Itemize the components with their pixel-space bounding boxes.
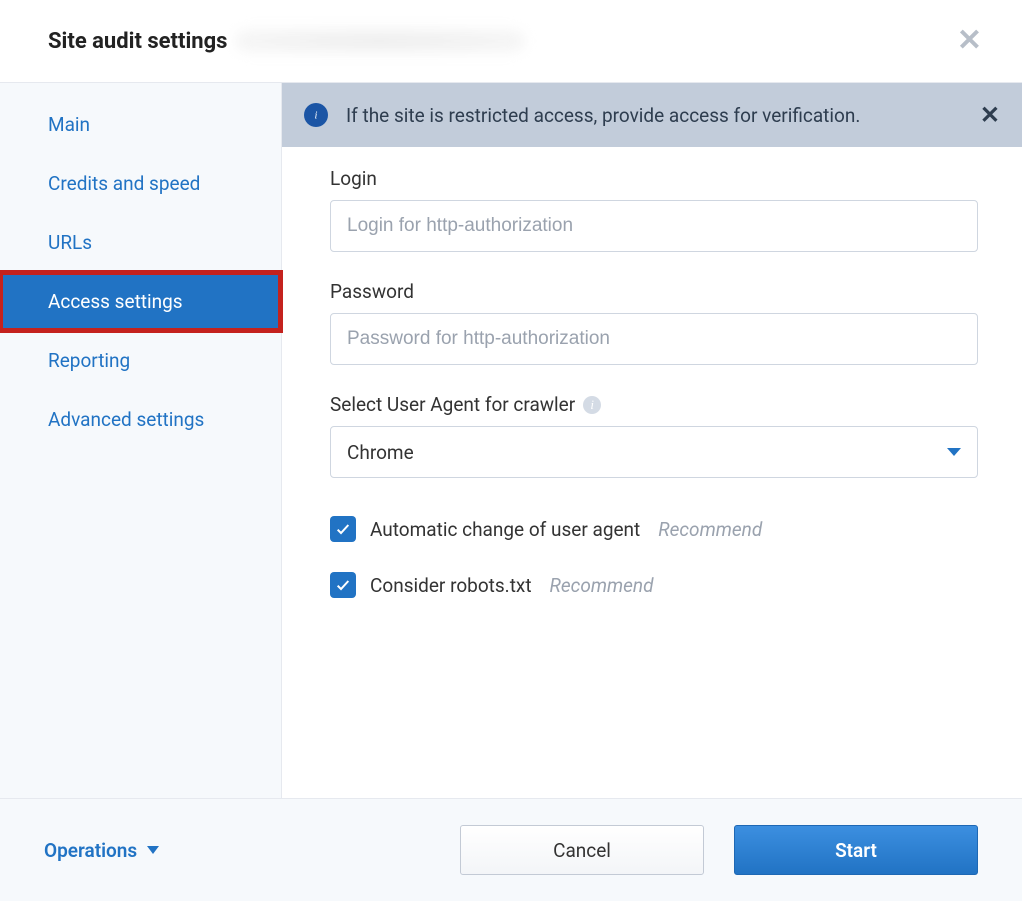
robots-label: Consider robots.txt: [370, 574, 532, 597]
robots-row: Consider robots.txt Recommend: [330, 572, 978, 598]
sidebar-item-label: Advanced settings: [48, 408, 204, 431]
user-agent-label-text: Select User Agent for crawler: [330, 393, 575, 416]
settings-sidebar: Main Credits and speed URLs Access setti…: [0, 83, 282, 798]
caret-down-icon: [947, 448, 961, 456]
sidebar-item-label: Credits and speed: [48, 172, 200, 195]
password-label: Password: [330, 280, 978, 303]
help-icon[interactable]: i: [583, 396, 601, 414]
auto-change-label: Automatic change of user agent: [370, 518, 640, 541]
recommend-badge: Recommend: [658, 518, 762, 541]
recommend-badge: Recommend: [550, 574, 654, 597]
sidebar-item-reporting[interactable]: Reporting: [0, 331, 281, 390]
user-agent-label: Select User Agent for crawler i: [330, 393, 978, 416]
main-panel: i If the site is restricted access, prov…: [282, 83, 1022, 798]
start-button[interactable]: Start: [734, 825, 978, 875]
info-icon: i: [304, 103, 328, 127]
password-field: Password: [330, 280, 978, 365]
sidebar-item-credits-speed[interactable]: Credits and speed: [0, 154, 281, 213]
project-name-obscured: [235, 29, 525, 53]
user-agent-select[interactable]: Chrome: [330, 426, 978, 478]
cancel-label: Cancel: [553, 839, 611, 862]
login-label: Login: [330, 167, 978, 190]
operations-menu[interactable]: Operations: [44, 839, 159, 862]
sidebar-item-access-settings[interactable]: Access settings: [0, 272, 281, 331]
operations-label: Operations: [44, 839, 137, 862]
notice-text: If the site is restricted access, provid…: [346, 104, 962, 127]
robots-checkbox[interactable]: [330, 572, 356, 598]
title-group: Site audit settings: [48, 29, 525, 54]
sidebar-item-label: Main: [48, 113, 90, 136]
dialog-header: Site audit settings ✕: [0, 0, 1022, 83]
auto-change-checkbox[interactable]: [330, 516, 356, 542]
close-notice-icon[interactable]: ✕: [980, 101, 1000, 129]
caret-down-icon: [147, 846, 159, 854]
sidebar-item-label: Reporting: [48, 349, 130, 372]
svg-text:i: i: [315, 111, 318, 122]
user-agent-field: Select User Agent for crawler i Chrome: [330, 393, 978, 478]
dialog-title: Site audit settings: [48, 29, 227, 54]
dialog-footer: Operations Cancel Start: [0, 798, 1022, 901]
auto-change-row: Automatic change of user agent Recommend: [330, 516, 978, 542]
sidebar-item-urls[interactable]: URLs: [0, 213, 281, 272]
select-value: Chrome: [347, 441, 414, 464]
start-label: Start: [835, 839, 877, 862]
sidebar-item-label: URLs: [48, 231, 92, 254]
info-notice: i If the site is restricted access, prov…: [282, 83, 1022, 147]
login-input[interactable]: [330, 200, 978, 252]
close-icon[interactable]: ✕: [957, 26, 982, 56]
sidebar-item-main[interactable]: Main: [0, 95, 281, 154]
password-input[interactable]: [330, 313, 978, 365]
sidebar-item-label: Access settings: [48, 290, 183, 313]
login-field: Login: [330, 167, 978, 252]
sidebar-item-advanced-settings[interactable]: Advanced settings: [0, 390, 281, 449]
cancel-button[interactable]: Cancel: [460, 825, 704, 875]
